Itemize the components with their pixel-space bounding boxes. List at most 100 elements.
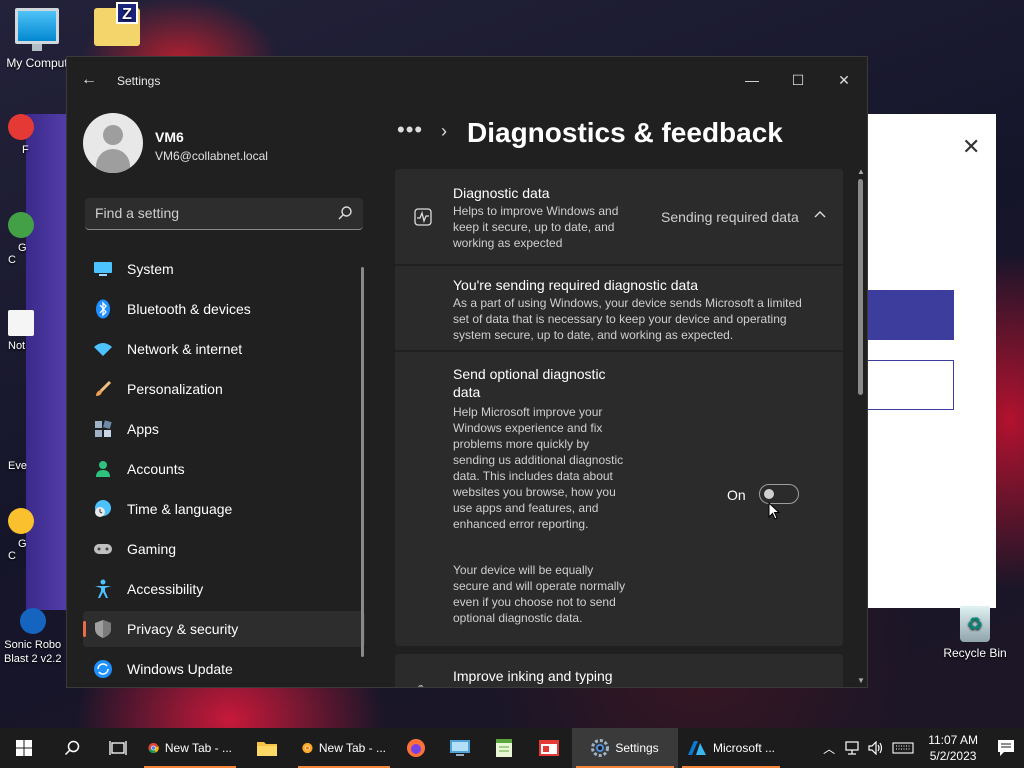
sonic-icon [19, 608, 46, 634]
sidebar-item-label: Accounts [127, 461, 185, 477]
gamepad-icon [93, 539, 113, 559]
show-hidden-icons-chevron-up-icon[interactable]: ︿ [818, 728, 840, 768]
desktop-icon-label: Eve [8, 460, 27, 472]
clock-globe-icon [93, 499, 113, 519]
notepad-icon [496, 739, 512, 757]
chevron-up-icon[interactable] [813, 207, 827, 221]
app-icon [8, 212, 34, 238]
sidebar-item-bluetooth[interactable]: Bluetooth & devices [83, 291, 365, 327]
taskbar-app-file-explorer[interactable] [240, 728, 294, 768]
desktop-icon-partial-2[interactable]: G C [8, 212, 34, 266]
taskbar-app-label: Settings [615, 741, 659, 755]
sidebar-item-label: Gaming [127, 541, 177, 557]
search-taskbar-button[interactable] [48, 728, 96, 768]
minimize-button[interactable]: — [729, 65, 775, 95]
taskbar-app-settings[interactable]: Settings [572, 728, 678, 768]
optional-data-title: Send optional diagnostic data [453, 366, 606, 400]
taskbar-app-chrome[interactable]: New Tab - ... [140, 728, 240, 768]
sidebar-item-accessibility[interactable]: Accessibility [83, 571, 365, 607]
desktop-icon-partial-4[interactable]: Eve [8, 430, 34, 472]
chrome-icon [148, 742, 159, 754]
content-scrollbar[interactable]: ▲ ▼ [857, 167, 865, 685]
start-button[interactable] [0, 728, 48, 768]
desktop-icon-partial-5[interactable]: G C [8, 508, 34, 562]
sidebar-item-apps[interactable]: Apps [83, 411, 365, 447]
scroll-down-icon[interactable]: ▼ [857, 676, 865, 685]
network-icon[interactable] [840, 728, 864, 768]
taskbar-app-chrome-canary[interactable]: New Tab - ... [294, 728, 394, 768]
volume-icon[interactable] [864, 728, 888, 768]
search-icon[interactable] [337, 205, 353, 221]
title-bar[interactable]: ← Settings — ☐ ✕ [67, 57, 867, 105]
desktop-icon-sonic[interactable]: Sonic Robo Blast 2 v2.2 [4, 608, 61, 666]
scroll-up-icon[interactable]: ▲ [857, 167, 865, 176]
search-box[interactable] [85, 198, 363, 230]
taskbar-app-microsoft[interactable]: Microsoft ... [678, 728, 784, 768]
search-input[interactable] [95, 205, 325, 221]
task-view-button[interactable] [96, 728, 140, 768]
desktop-icon-my-computer[interactable]: My Comput [2, 8, 72, 70]
pen-icon: ✎ [417, 682, 429, 687]
desktop-icon-label: My Comput [6, 56, 68, 70]
sidebar-item-label: Accessibility [127, 581, 204, 597]
notifications-button[interactable] [988, 728, 1024, 768]
optional-data-note: Your device will be equally secure and w… [453, 563, 626, 625]
desktop-icon-partial-3[interactable]: Not [8, 310, 34, 352]
background-secondary-button[interactable] [866, 360, 954, 410]
background-primary-button[interactable] [866, 290, 954, 340]
sidebar-item-personalization[interactable]: Personalization [83, 371, 365, 407]
close-button[interactable]: ✕ [821, 65, 867, 95]
page-title: Diagnostics & feedback [467, 117, 783, 148]
task-view-icon [109, 741, 127, 755]
taskbar-app-remote-desktop[interactable] [438, 728, 482, 768]
sidebar-item-time-language[interactable]: Time & language [83, 491, 365, 527]
sidebar-item-gaming[interactable]: Gaming [83, 531, 365, 567]
keyboard-icon[interactable] [888, 728, 918, 768]
sidebar-item-label: Windows Update [127, 661, 233, 677]
firefox-icon [407, 739, 425, 757]
required-data-section: You're sending required diagnostic data … [395, 266, 843, 350]
sidebar-item-privacy-security[interactable]: Privacy & security [83, 611, 365, 647]
sidebar-item-label: Bluetooth & devices [127, 301, 251, 317]
bluetooth-icon [93, 299, 113, 319]
improve-inking-section[interactable]: ✎ Improve inking and typing [395, 654, 843, 687]
app-icon [8, 508, 34, 534]
taskbar: New Tab - ... New Tab - ... Settings Mic… [0, 728, 1024, 768]
azure-icon [687, 741, 706, 755]
scroll-thumb[interactable] [858, 179, 863, 395]
sidebar-item-label: Time & language [127, 501, 233, 517]
taskbar-app-media[interactable] [526, 728, 572, 768]
diagnostic-data-header[interactable]: Diagnostic data Helps to improve Windows… [395, 169, 843, 264]
desktop-icon-label: G C [8, 538, 27, 562]
desktop-icon-label: Sonic Robo Blast 2 v2.2 [4, 639, 62, 665]
content-pane: Diagnostic data Helps to improve Windows… [395, 169, 843, 687]
required-data-description: As a part of using Windows, your device … [453, 296, 802, 342]
desktop-icon-zip[interactable]: Z [82, 2, 152, 50]
desktop-icon-label: Recycle Bin [943, 646, 1007, 660]
sidebar-item-label: Personalization [127, 381, 223, 397]
recycle-bin-icon: ♻ [960, 606, 990, 642]
sidebar-scrollbar[interactable] [361, 267, 364, 657]
diagnostic-data-title: Diagnostic data [453, 185, 550, 201]
sidebar-item-system[interactable]: System [83, 251, 365, 287]
user-profile[interactable]: VM6 VM6@collabnet.local [83, 113, 373, 177]
taskbar-app-firefox[interactable] [394, 728, 438, 768]
mouse-cursor-icon [768, 502, 780, 520]
diagnostic-data-description: Helps to improve Windows and keep it sec… [453, 204, 619, 250]
file-explorer-icon [257, 742, 277, 756]
desktop-icon-recycle-bin[interactable]: ♻ Recycle Bin [942, 606, 1008, 660]
sidebar-item-accounts[interactable]: Accounts [83, 451, 365, 487]
taskbar-app-notepad[interactable] [482, 728, 526, 768]
sidebar-item-network[interactable]: Network & internet [83, 331, 365, 367]
desktop-icon-partial-1[interactable]: F [8, 114, 34, 156]
monitor-icon [93, 259, 113, 279]
back-arrow-icon[interactable]: ← [81, 71, 97, 89]
background-close-icon[interactable]: ✕ [962, 134, 980, 160]
maximize-button[interactable]: ☐ [775, 65, 821, 95]
breadcrumb-overflow-button[interactable]: ••• [397, 117, 423, 143]
optional-data-toggle[interactable] [759, 484, 799, 504]
windows-logo-icon [16, 740, 32, 756]
clock[interactable]: 11:07 AM 5/2/2023 [928, 732, 978, 764]
sidebar-item-windows-update[interactable]: Windows Update [83, 651, 365, 687]
clock-date: 5/2/2023 [929, 749, 977, 763]
